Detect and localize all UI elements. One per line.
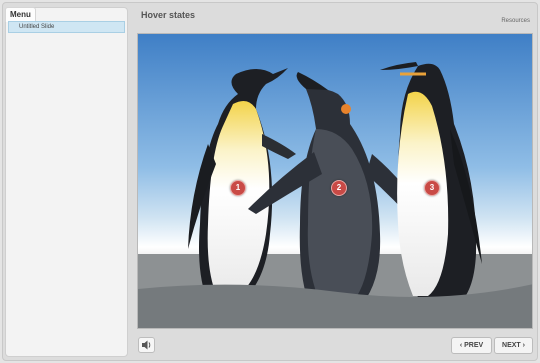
hotspot-1[interactable]: 1 (230, 180, 246, 196)
menu-list: Untitled Slide (8, 21, 125, 33)
speaker-icon (142, 340, 151, 350)
menu-tab[interactable]: Menu (5, 7, 36, 22)
prev-button[interactable]: ‹ PREV (451, 337, 492, 354)
next-button[interactable]: NEXT › (494, 337, 533, 354)
menu-item-untitled-slide[interactable]: Untitled Slide (8, 21, 125, 33)
resources-link[interactable]: Resources (501, 18, 530, 24)
hotspot-3[interactable]: 3 (424, 180, 440, 196)
next-label: NEXT (502, 342, 521, 349)
slide-title: Hover states (141, 10, 196, 20)
sidebar (5, 7, 128, 357)
chevron-right-icon: › (522, 342, 525, 349)
chevron-left-icon: ‹ (459, 342, 463, 349)
volume-button[interactable] (138, 337, 155, 353)
slide-canvas: 1 2 3 (137, 33, 533, 329)
hotspot-2[interactable]: 2 (331, 180, 347, 196)
prev-label: PREV (464, 342, 484, 349)
